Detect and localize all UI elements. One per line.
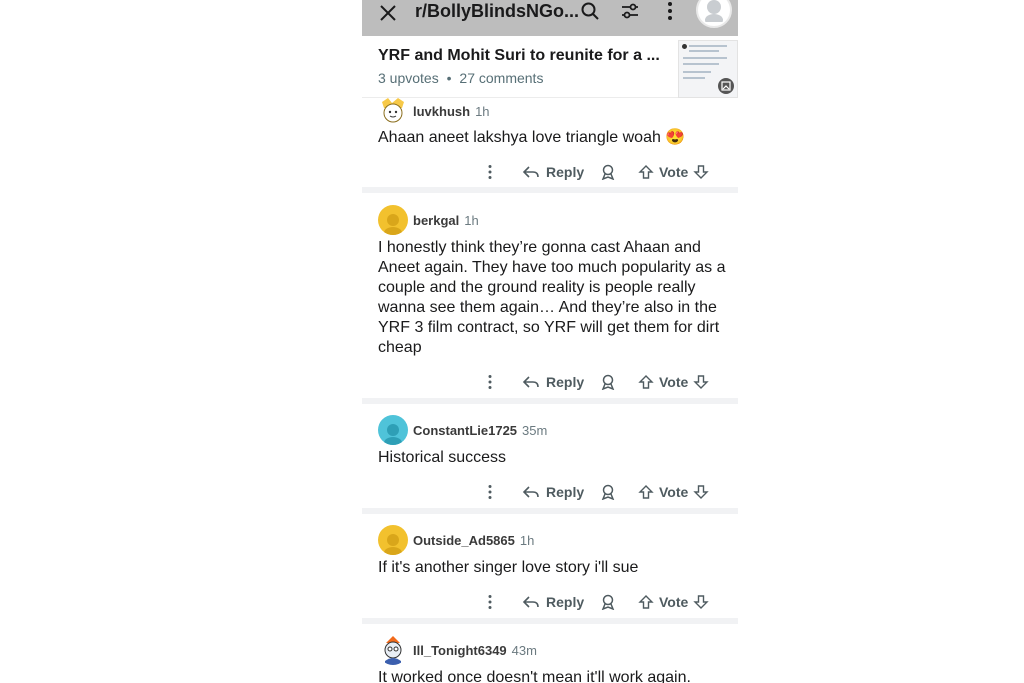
comment-text: I honestly think they’re gonna cast Ahaa… xyxy=(378,239,726,356)
avatar[interactable] xyxy=(378,205,408,235)
thumbnail-dot xyxy=(682,44,687,49)
post-header[interactable]: YRF and Mohit Suri to reunite for a ... … xyxy=(362,36,738,98)
upvote-count: 3 upvotes xyxy=(378,70,439,86)
vote-label: Vote xyxy=(659,484,689,500)
upvote-icon[interactable] xyxy=(638,374,654,390)
award-icon[interactable] xyxy=(600,591,616,613)
downvote-icon[interactable] xyxy=(693,484,710,500)
award-icon[interactable] xyxy=(600,371,616,393)
avatar[interactable] xyxy=(378,415,408,445)
vote-label: Vote xyxy=(659,374,689,390)
award-icon[interactable] xyxy=(600,161,616,183)
comment-actions: Reply Vote xyxy=(362,481,738,503)
reply-icon xyxy=(522,166,539,178)
downvote-icon[interactable] xyxy=(693,374,710,390)
vote-button[interactable]: Vote xyxy=(638,371,710,393)
comment-count: 27 comments xyxy=(459,70,544,86)
reply-label: Reply xyxy=(546,484,585,500)
comment-time: 43m xyxy=(511,642,537,658)
comment-username[interactable]: Outside_Ad5865 xyxy=(413,533,515,548)
reply-label: Reply xyxy=(546,594,585,610)
reply-icon xyxy=(522,596,539,608)
vote-button[interactable]: Vote xyxy=(638,591,710,613)
comment: Ill_Tonight6349 43m It worked once doesn… xyxy=(362,635,738,683)
reply-label: Reply xyxy=(546,164,585,180)
more-options-icon[interactable] xyxy=(486,591,494,613)
more-options-icon[interactable] xyxy=(486,481,494,503)
reply-button[interactable]: Reply xyxy=(522,481,584,503)
gallery-icon xyxy=(718,78,734,94)
close-icon[interactable] xyxy=(379,4,397,27)
post-title[interactable]: YRF and Mohit Suri to reunite for a ... xyxy=(378,47,660,65)
top-bar: r/BollyBlindsNGo... xyxy=(362,0,738,36)
comment-time: 1h xyxy=(475,103,490,119)
comment-time: 1h xyxy=(519,532,535,548)
user-avatar-icon[interactable] xyxy=(696,0,732,28)
more-options-icon[interactable] xyxy=(486,161,494,183)
comment-text: Historical success xyxy=(378,449,507,466)
kebab-icon[interactable] xyxy=(662,1,678,26)
vote-button[interactable]: Vote xyxy=(638,481,710,503)
comment-username[interactable]: ConstantLie1725 xyxy=(413,423,517,438)
comment-text: Ahaan aneet lakshya love triangle woah 😍 xyxy=(378,129,686,146)
comment-text: It worked once doesn't mean it'll work a… xyxy=(378,669,691,683)
comment-header: Ill_Tonight6349 43m xyxy=(378,635,537,665)
post-meta: 3 upvotes • 27 comments xyxy=(378,70,543,86)
downvote-icon[interactable] xyxy=(693,164,710,180)
upvote-icon[interactable] xyxy=(638,594,654,610)
comment: berkgal 1h I honestly think they’re gonn… xyxy=(362,205,738,395)
vote-button[interactable]: Vote xyxy=(638,161,710,183)
comment-username[interactable]: berkgal xyxy=(413,213,459,228)
comment: Outside_Ad5865 1h If it's another singer… xyxy=(362,525,738,621)
comment-username[interactable]: Ill_Tonight6349 xyxy=(413,643,507,658)
upvote-icon[interactable] xyxy=(638,164,654,180)
avatar[interactable] xyxy=(378,525,408,555)
vote-label: Vote xyxy=(659,164,689,180)
comment-header: ConstantLie1725 35m xyxy=(378,415,547,445)
comment-divider xyxy=(362,618,738,624)
reply-button[interactable]: Reply xyxy=(522,371,584,393)
reply-label: Reply xyxy=(546,374,585,390)
downvote-icon[interactable] xyxy=(693,594,710,610)
avatar[interactable] xyxy=(378,635,408,665)
award-icon[interactable] xyxy=(600,481,616,503)
comment-header: berkgal 1h xyxy=(378,205,479,235)
reply-icon xyxy=(522,486,539,498)
filter-icon[interactable] xyxy=(620,1,640,26)
comment-actions: Reply Vote xyxy=(362,591,738,613)
comment: luvkhush 1h Ahaan aneet lakshya love tri… xyxy=(362,96,738,192)
post-thumbnail[interactable] xyxy=(678,40,738,98)
comment-text: If it's another singer love story i'll s… xyxy=(378,559,639,576)
comment-divider xyxy=(362,398,738,404)
upvote-icon[interactable] xyxy=(638,484,654,500)
comment-time: 35m xyxy=(522,422,548,438)
phone-screen: r/BollyBlindsNGo... YRF and Mohit Suri t… xyxy=(362,0,738,683)
avatar[interactable] xyxy=(378,96,408,126)
comment-time: 1h xyxy=(464,212,479,228)
reply-button[interactable]: Reply xyxy=(522,591,584,613)
comment-header: Outside_Ad5865 1h xyxy=(378,525,534,555)
vote-label: Vote xyxy=(659,594,689,610)
comment: ConstantLie1725 35m Historical success R… xyxy=(362,415,738,511)
search-icon[interactable] xyxy=(580,1,600,26)
subreddit-name[interactable]: r/BollyBlindsNGo... xyxy=(415,0,579,24)
comment-divider xyxy=(362,508,738,514)
more-options-icon[interactable] xyxy=(486,371,494,393)
reply-button[interactable]: Reply xyxy=(522,161,584,183)
comment-header: luvkhush 1h xyxy=(378,96,490,126)
comment-actions: Reply Vote xyxy=(362,161,738,183)
comment-username[interactable]: luvkhush xyxy=(413,104,470,119)
comment-actions: Reply Vote xyxy=(362,371,738,393)
comment-divider xyxy=(362,187,738,193)
reply-icon xyxy=(522,376,539,388)
meta-separator: • xyxy=(446,70,452,86)
